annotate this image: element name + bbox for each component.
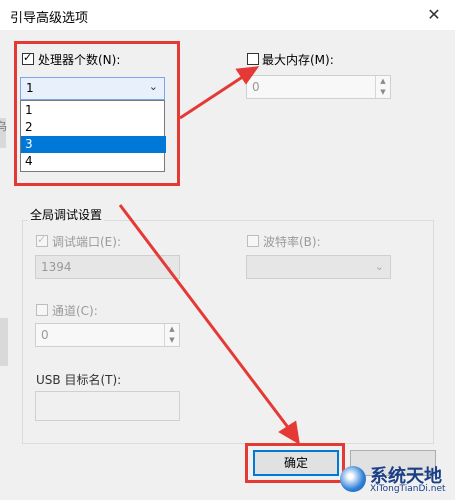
arrow-head-ok-button [278,420,300,445]
annotation-arrows [118,66,300,445]
watermark-url: XiTongTianDi.net [370,484,446,494]
arrow-to-ok-button [118,204,292,431]
watermark-logo-icon [340,466,366,492]
watermark: 系统天地 XiTongTianDi.net [340,462,450,496]
arrow-to-max-memory [179,74,245,120]
